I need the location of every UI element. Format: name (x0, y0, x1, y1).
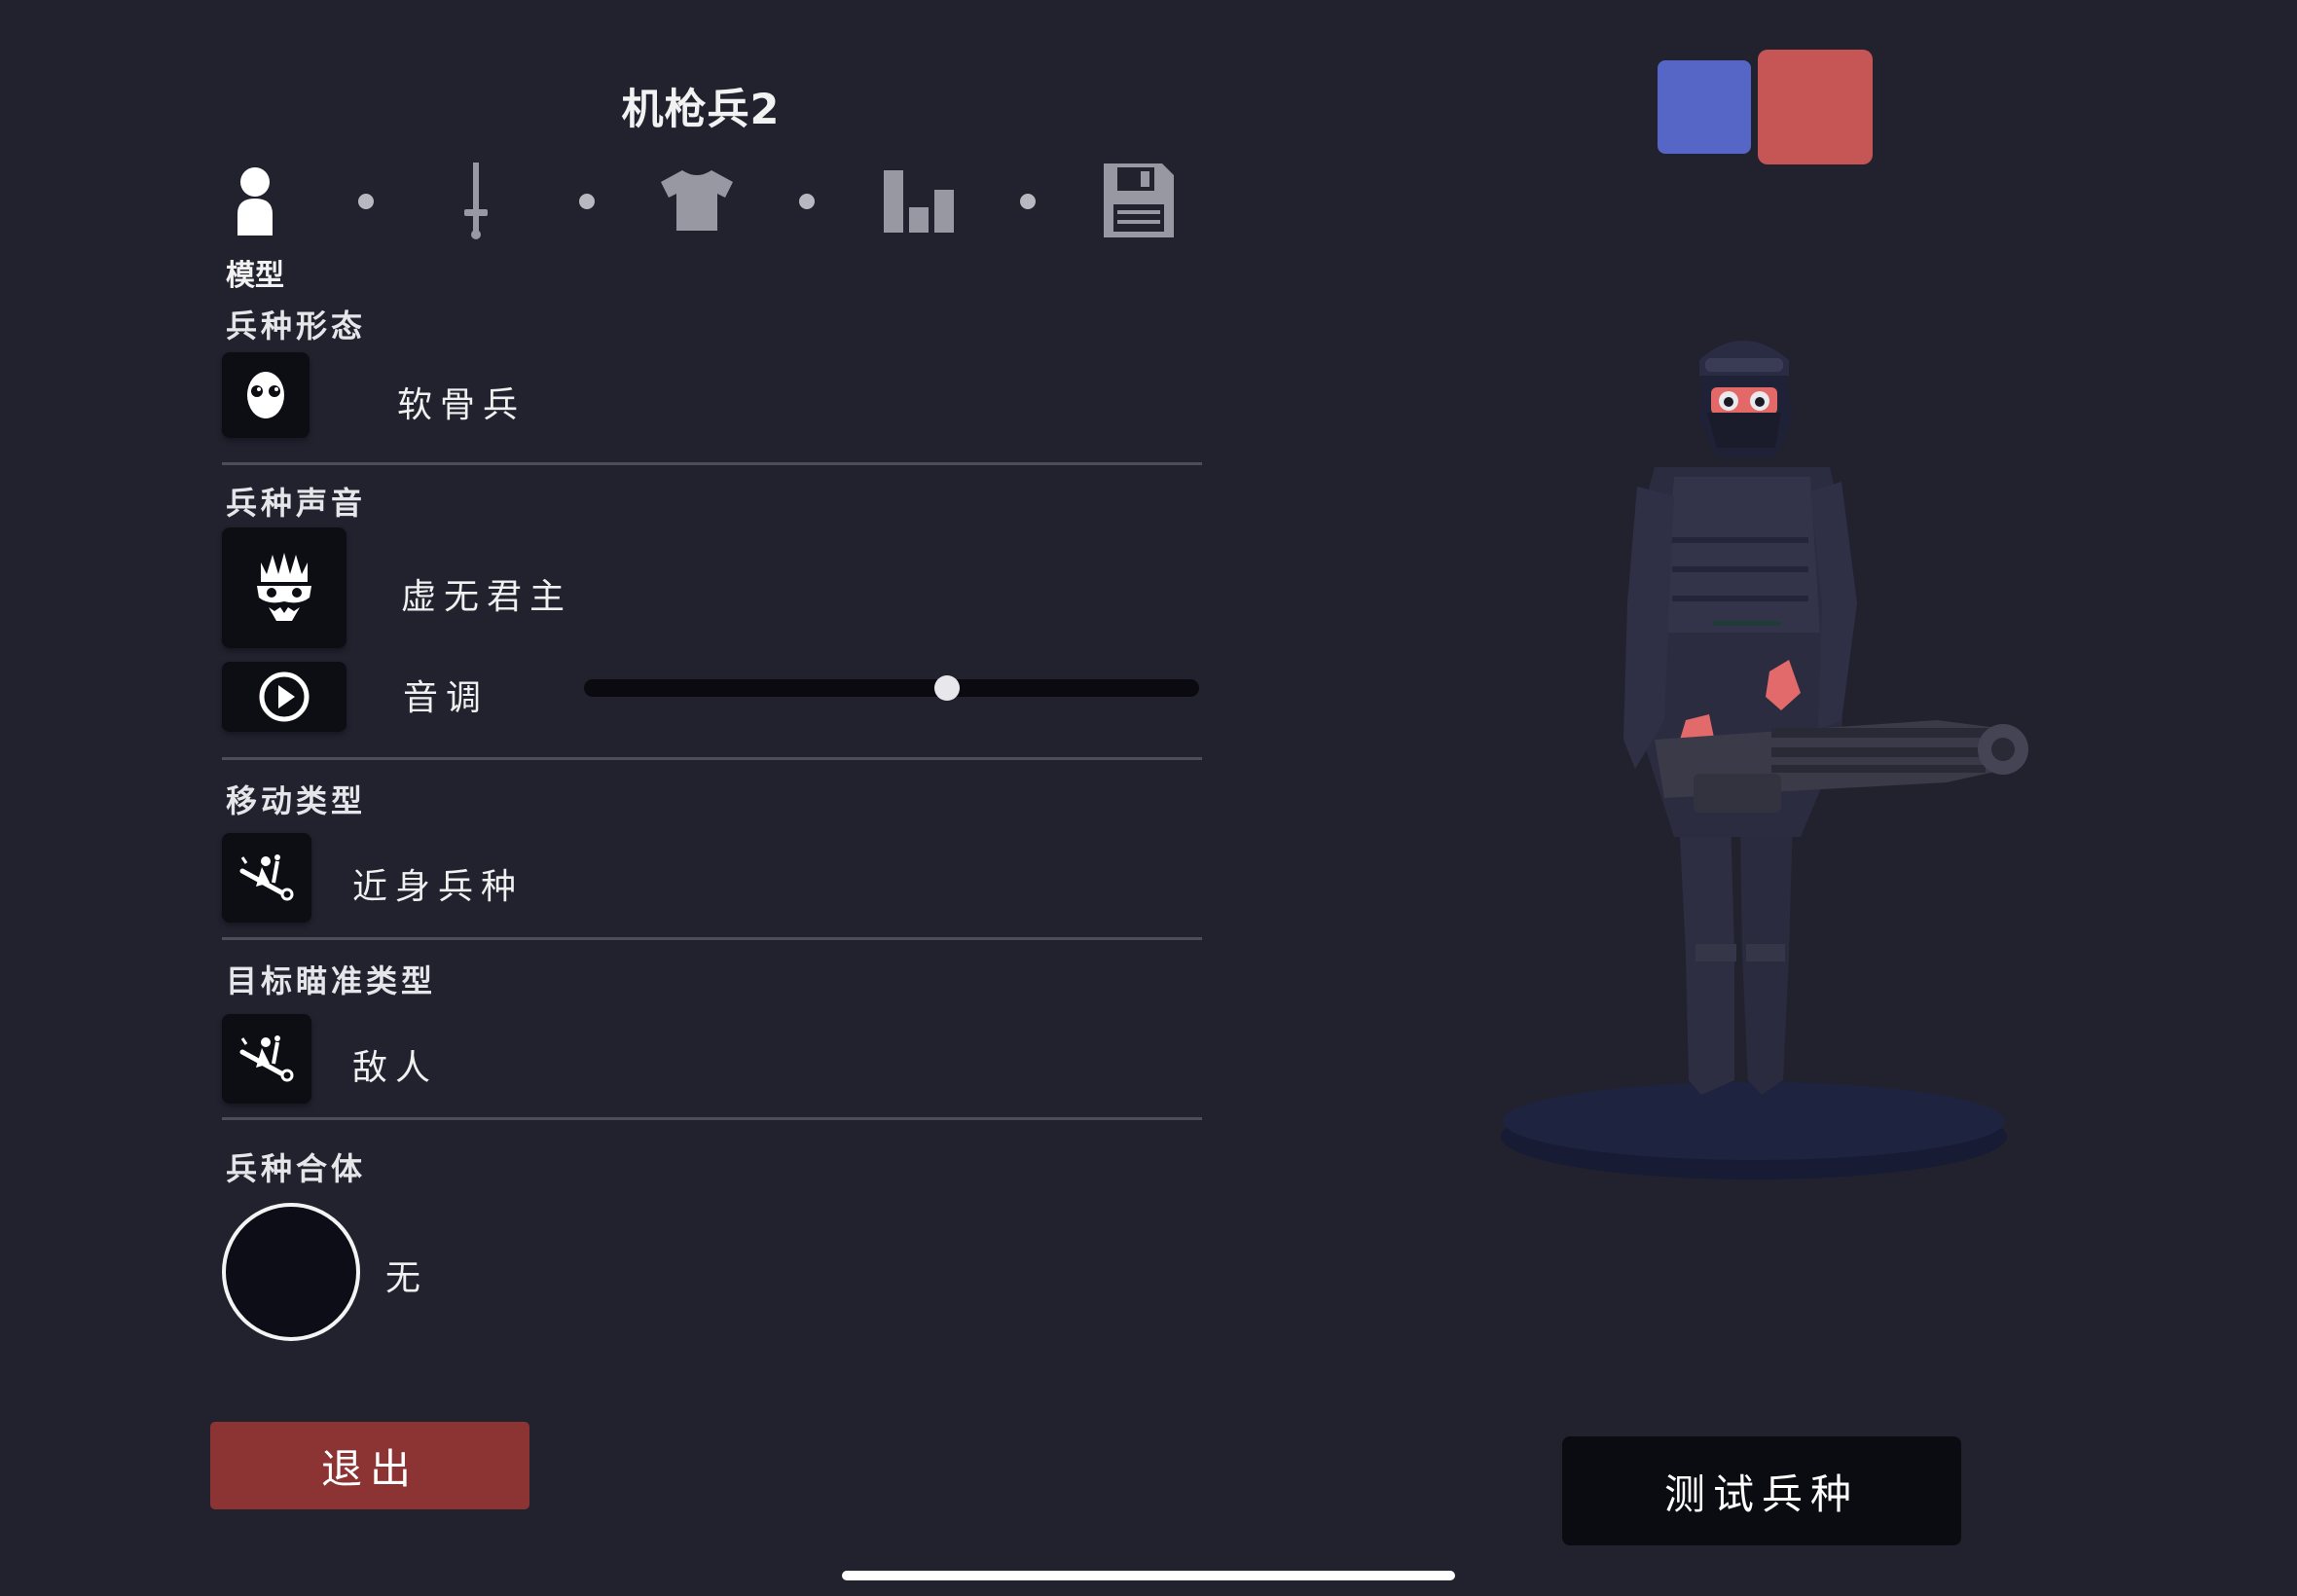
tab-separator (358, 194, 374, 209)
pitch-label: 音调 (403, 678, 490, 718)
unit-voice-value: 虚无君主 (401, 577, 573, 617)
crown-mask-icon (257, 553, 311, 621)
tab-separator (579, 194, 595, 209)
tab-clothing[interactable] (658, 161, 736, 240)
save-icon (1104, 163, 1174, 237)
tab-model-label: 模型 (226, 259, 284, 293)
tab-separator (1020, 194, 1036, 209)
pitch-slider-handle[interactable] (933, 675, 960, 701)
divider (222, 1117, 1202, 1120)
tab-stats[interactable] (880, 161, 958, 240)
home-indicator (842, 1571, 1455, 1580)
team-red-swatch[interactable] (1758, 50, 1873, 164)
section-heading-form: 兵种形态 (226, 308, 367, 345)
tab-weapons[interactable] (456, 161, 496, 240)
combine-unit-value: 无 (385, 1258, 429, 1298)
tab-save[interactable] (1100, 161, 1178, 240)
shirt-icon (661, 170, 733, 231)
movement-type-selector[interactable] (222, 833, 311, 923)
targeting-type-value: 敌人 (352, 1048, 439, 1088)
divider (222, 757, 1202, 760)
team-blue-swatch[interactable] (1658, 60, 1751, 154)
tab-separator (799, 194, 815, 209)
play-icon (259, 671, 310, 722)
bar-chart-icon (884, 170, 954, 233)
unit-form-selector[interactable] (222, 352, 310, 438)
unit-form-value: 软骨兵 (397, 385, 527, 425)
section-heading-combine: 兵种合体 (226, 1150, 367, 1187)
section-heading-voice: 兵种声音 (226, 485, 367, 522)
person-icon (237, 167, 273, 236)
sword-icon (464, 163, 488, 239)
divider (222, 462, 1202, 465)
movement-type-value: 近身兵种 (352, 867, 525, 907)
tab-model[interactable] (226, 161, 284, 240)
test-unit-button[interactable]: 测试兵种 (1562, 1436, 1961, 1545)
unit-preview[interactable] (1479, 311, 2044, 1187)
unit-voice-selector[interactable] (222, 527, 346, 648)
divider (222, 937, 1202, 940)
charge-icon (239, 1035, 294, 1082)
unit-title: 机枪兵2 (621, 86, 781, 134)
pitch-slider[interactable] (584, 679, 1199, 697)
section-heading-targeting: 目标瞄准类型 (226, 962, 437, 999)
exit-button[interactable]: 退出 (210, 1422, 529, 1509)
targeting-type-selector[interactable] (222, 1014, 311, 1104)
play-voice-button[interactable] (222, 662, 346, 732)
charge-icon (239, 854, 294, 901)
section-heading-movement: 移动类型 (226, 782, 367, 819)
skull-face-icon (247, 372, 284, 418)
combine-unit-slot[interactable] (222, 1203, 360, 1341)
